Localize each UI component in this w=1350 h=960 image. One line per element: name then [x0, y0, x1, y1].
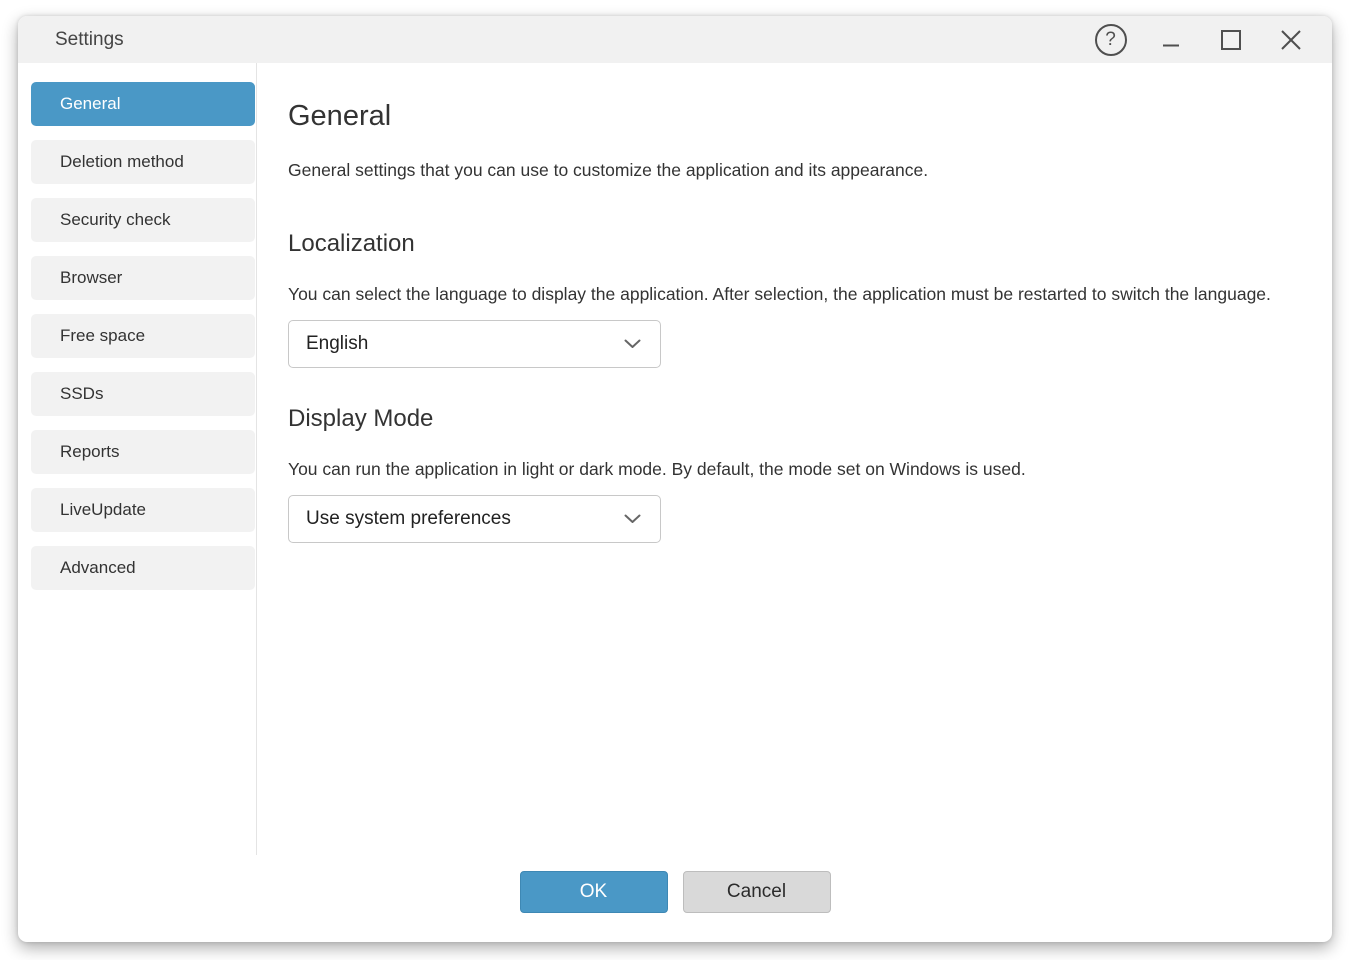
- help-icon: ?: [1095, 24, 1127, 56]
- minimize-button[interactable]: [1153, 22, 1188, 57]
- sidebar-nav: General Deletion method Security check B…: [18, 63, 256, 604]
- sidebar-item-ssds[interactable]: SSDs: [31, 372, 255, 416]
- sidebar-divider: [256, 63, 257, 855]
- window-title: Settings: [55, 29, 124, 51]
- chevron-down-icon: [624, 339, 641, 349]
- page-description: General settings that you can use to cus…: [288, 157, 1296, 184]
- sidebar-item-free-space[interactable]: Free space: [31, 314, 255, 358]
- section-description-localization: You can select the language to display t…: [288, 280, 1288, 308]
- ok-button[interactable]: OK: [520, 871, 668, 913]
- cancel-button[interactable]: Cancel: [683, 871, 831, 913]
- section-description-display-mode: You can run the application in light or …: [288, 455, 1288, 483]
- settings-window: Settings ? Gen: [18, 16, 1332, 942]
- language-dropdown-value: English: [306, 333, 368, 355]
- help-button[interactable]: ?: [1093, 22, 1128, 57]
- close-icon: [1279, 28, 1303, 52]
- sidebar-item-general[interactable]: General: [31, 82, 255, 126]
- display-mode-dropdown[interactable]: Use system preferences: [288, 495, 661, 543]
- dialog-footer: OK Cancel: [18, 871, 1332, 913]
- sidebar-item-reports[interactable]: Reports: [31, 430, 255, 474]
- sidebar-item-browser[interactable]: Browser: [31, 256, 255, 300]
- section-title-display-mode: Display Mode: [288, 405, 1296, 433]
- minimize-icon: [1160, 29, 1182, 51]
- section-title-localization: Localization: [288, 230, 1296, 258]
- sidebar-item-liveupdate[interactable]: LiveUpdate: [31, 488, 255, 532]
- close-button[interactable]: [1273, 22, 1308, 57]
- maximize-icon: [1220, 29, 1242, 51]
- settings-content: General General settings that you can us…: [288, 63, 1296, 543]
- language-dropdown[interactable]: English: [288, 320, 661, 368]
- maximize-button[interactable]: [1213, 22, 1248, 57]
- page-title: General: [288, 101, 1296, 133]
- titlebar-controls: ?: [1093, 22, 1308, 57]
- chevron-down-icon: [624, 514, 641, 524]
- sidebar-item-security-check[interactable]: Security check: [31, 198, 255, 242]
- titlebar: Settings ?: [18, 16, 1332, 63]
- display-mode-dropdown-value: Use system preferences: [306, 508, 511, 530]
- sidebar-item-advanced[interactable]: Advanced: [31, 546, 255, 590]
- sidebar-item-deletion-method[interactable]: Deletion method: [31, 140, 255, 184]
